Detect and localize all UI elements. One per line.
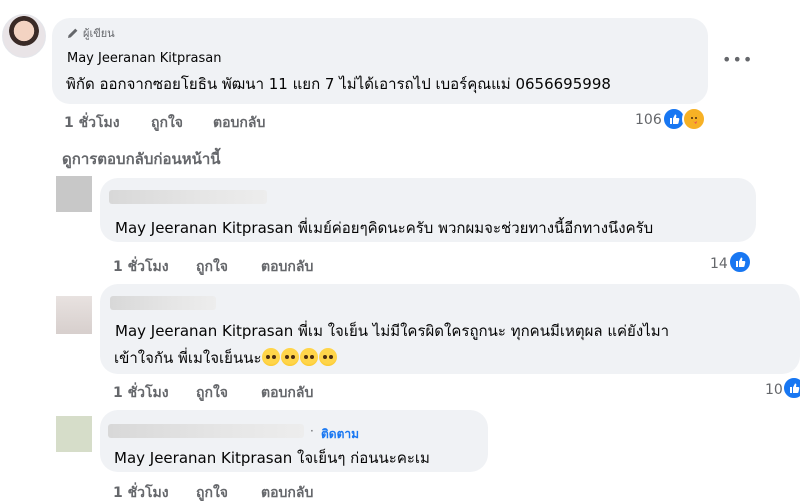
emoji-icon	[318, 348, 337, 366]
reply-text: May Jeeranan Kitprasan พี่เมย์ค่อยๆคิดนะ…	[115, 219, 654, 237]
more-options-icon[interactable]: •••	[722, 52, 753, 68]
mention-link[interactable]: May Jeeranan Kitprasan	[114, 449, 292, 467]
like-button[interactable]: ถูกใจ	[196, 482, 228, 504]
comment-author-name[interactable]: May Jeeranan Kitprasan	[67, 51, 222, 66]
mention-link[interactable]: May Jeeranan Kitprasan	[115, 219, 293, 237]
like-button[interactable]: ถูกใจ	[151, 112, 183, 134]
comment-time[interactable]: 1 ชั่วโมง	[64, 112, 120, 134]
reply-text: May Jeeranan Kitprasan ใจเย็นๆ ก่อนนะคะเ…	[114, 449, 430, 467]
author-badge: ผู้เขียน	[67, 25, 115, 41]
pencil-icon	[68, 28, 78, 38]
comment-time[interactable]: 1 ชั่วโมง	[113, 256, 169, 278]
blurred-author-name	[108, 424, 304, 438]
reply-avatar[interactable]	[56, 176, 92, 212]
author-avatar[interactable]	[2, 14, 46, 58]
comment-text: พิกัด ออกจากซอยโยธิน พัฒนา 11 แยก 7 ไม่ไ…	[66, 75, 611, 93]
like-button[interactable]: ถูกใจ	[196, 382, 228, 404]
care-icon	[682, 107, 706, 131]
reply-text-line2: เข้าใจกัน พี่เมใจเย็นนะ	[114, 346, 338, 370]
reply-avatar[interactable]	[56, 296, 92, 334]
reaction-count[interactable]: 10	[765, 382, 783, 398]
comment-time[interactable]: 1 ชั่วโมง	[113, 382, 169, 404]
reaction-count[interactable]: 14	[710, 256, 728, 272]
reply-avatar[interactable]	[56, 416, 92, 452]
reply-button[interactable]: ตอบกลับ	[261, 382, 313, 404]
reply-text: May Jeeranan Kitprasan พี่เม ใจเย็น ไม่ม…	[115, 322, 670, 340]
mention-link[interactable]: May Jeeranan Kitprasan	[115, 322, 293, 340]
comment-time[interactable]: 1 ชั่วโมง	[113, 482, 169, 504]
blurred-author-name	[109, 190, 267, 204]
like-icon	[782, 376, 800, 400]
reply-button[interactable]: ตอบกลับ	[213, 112, 265, 134]
blurred-author-name	[110, 296, 216, 310]
view-previous-replies[interactable]: ดูการตอบกลับก่อนหน้านี้	[62, 147, 221, 171]
reply-button[interactable]: ตอบกลับ	[261, 256, 313, 278]
like-button[interactable]: ถูกใจ	[196, 256, 228, 278]
emoji-icon	[261, 348, 280, 366]
reaction-count[interactable]: 106	[635, 112, 662, 128]
emoji-icon	[280, 348, 299, 366]
emoji-icon	[299, 348, 318, 366]
follow-separator: ·	[310, 424, 314, 438]
follow-button[interactable]: ติดตาม	[321, 425, 359, 444]
like-icon	[728, 250, 752, 274]
reply-button[interactable]: ตอบกลับ	[261, 482, 313, 504]
author-badge-label: ผู้เขียน	[83, 27, 115, 40]
